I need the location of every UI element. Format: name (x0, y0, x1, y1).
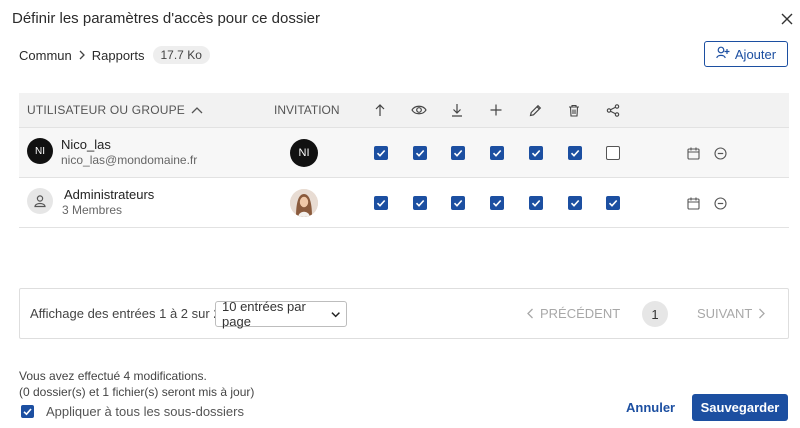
add-button-label: Ajouter (734, 46, 777, 62)
breadcrumb-item-rapports: Rapports (91, 47, 145, 63)
permission-checkbox-view[interactable] (413, 196, 427, 210)
size-badge: 17.7 Ko (152, 46, 210, 64)
per-page-select[interactable]: 10 entrées par page (215, 299, 347, 329)
upload-icon (371, 101, 389, 119)
pencil-icon (526, 101, 544, 119)
apply-to-subfolders-checkbox[interactable] (21, 405, 34, 418)
share-icon (604, 101, 622, 119)
update-summary-message: (0 dossier(s) et 1 fichier(s) seront mis… (19, 385, 255, 399)
remove-icon[interactable] (712, 145, 728, 161)
permission-checkbox-share[interactable] (606, 146, 620, 160)
download-icon (448, 101, 466, 119)
pagination-summary: Affichage des entrées 1 à 2 sur 2 (30, 306, 221, 321)
table-row: Administrateurs 3 Membres (19, 178, 789, 228)
calendar-icon[interactable] (685, 195, 701, 211)
previous-page-label: PRÉCÉDENT (540, 306, 621, 321)
plus-icon (487, 101, 505, 119)
group-avatar (27, 188, 53, 214)
chevron-right-icon (759, 308, 766, 319)
page-number-button[interactable]: 1 (642, 301, 668, 327)
next-page-label: SUIVANT (697, 306, 753, 321)
permission-checkbox-edit[interactable] (529, 146, 543, 160)
permission-checkbox-edit[interactable] (529, 196, 543, 210)
permission-checkbox-delete[interactable] (568, 146, 582, 160)
column-header-invitation: INVITATION (274, 103, 340, 117)
permission-checkbox-download[interactable] (451, 146, 465, 160)
column-header-user[interactable]: UTILISATEUR OU GROUPE (27, 103, 203, 117)
table-row: NI Nico_las nico_las@mondomaine.fr NI (19, 128, 789, 178)
apply-to-subfolders-label: Appliquer à tous les sous-dossiers (46, 404, 244, 419)
modifications-message: Vous avez effectué 4 modifications. (19, 369, 207, 383)
permission-checkbox-share[interactable] (606, 196, 620, 210)
previous-page-button[interactable]: PRÉCÉDENT (526, 306, 620, 321)
column-header-user-label: UTILISATEUR OU GROUPE (27, 103, 185, 117)
group-name: Administrateurs (64, 187, 155, 202)
breadcrumb-item-commun[interactable]: Commun (19, 48, 72, 63)
invitation-avatar: NI (290, 139, 318, 167)
invitation-avatar-photo (290, 189, 318, 217)
table-header: UTILISATEUR OU GROUPE INVITATION (19, 93, 789, 128)
trash-icon (565, 101, 583, 119)
group-members: 3 Membres (62, 203, 123, 217)
add-user-icon (716, 46, 730, 62)
remove-icon[interactable] (712, 195, 728, 211)
add-button[interactable]: Ajouter (704, 41, 788, 67)
permission-checkbox-delete[interactable] (568, 196, 582, 210)
permission-checkbox-create[interactable] (490, 146, 504, 160)
calendar-icon[interactable] (685, 145, 701, 161)
breadcrumb: Commun Rapports 17.7 Ko (19, 45, 210, 65)
cancel-button[interactable]: Annuler (626, 400, 675, 415)
avatar: NI (27, 138, 53, 164)
chevron-left-icon (527, 308, 533, 319)
permission-checkbox-upload[interactable] (374, 196, 388, 210)
per-page-value: 10 entrées par page (222, 299, 306, 329)
chevron-down-icon (331, 311, 340, 317)
permission-checkbox-download[interactable] (451, 196, 465, 210)
close-icon (781, 13, 793, 25)
save-button[interactable]: Sauvegarder (692, 394, 788, 421)
pagination-bar: Affichage des entrées 1 à 2 sur 2 10 ent… (19, 288, 789, 339)
next-page-button[interactable]: SUIVANT (697, 306, 766, 321)
user-name: Nico_las (61, 137, 111, 152)
permission-checkbox-create[interactable] (490, 196, 504, 210)
chevron-up-icon (191, 107, 203, 114)
chevron-right-icon (78, 50, 86, 60)
close-button[interactable] (776, 8, 798, 30)
user-email: nico_las@mondomaine.fr (61, 153, 198, 167)
permission-checkbox-view[interactable] (413, 146, 427, 160)
permission-checkbox-upload[interactable] (374, 146, 388, 160)
group-icon (34, 195, 46, 208)
eye-icon (410, 101, 428, 119)
dialog-title: Définir les paramètres d'accès pour ce d… (12, 10, 320, 27)
